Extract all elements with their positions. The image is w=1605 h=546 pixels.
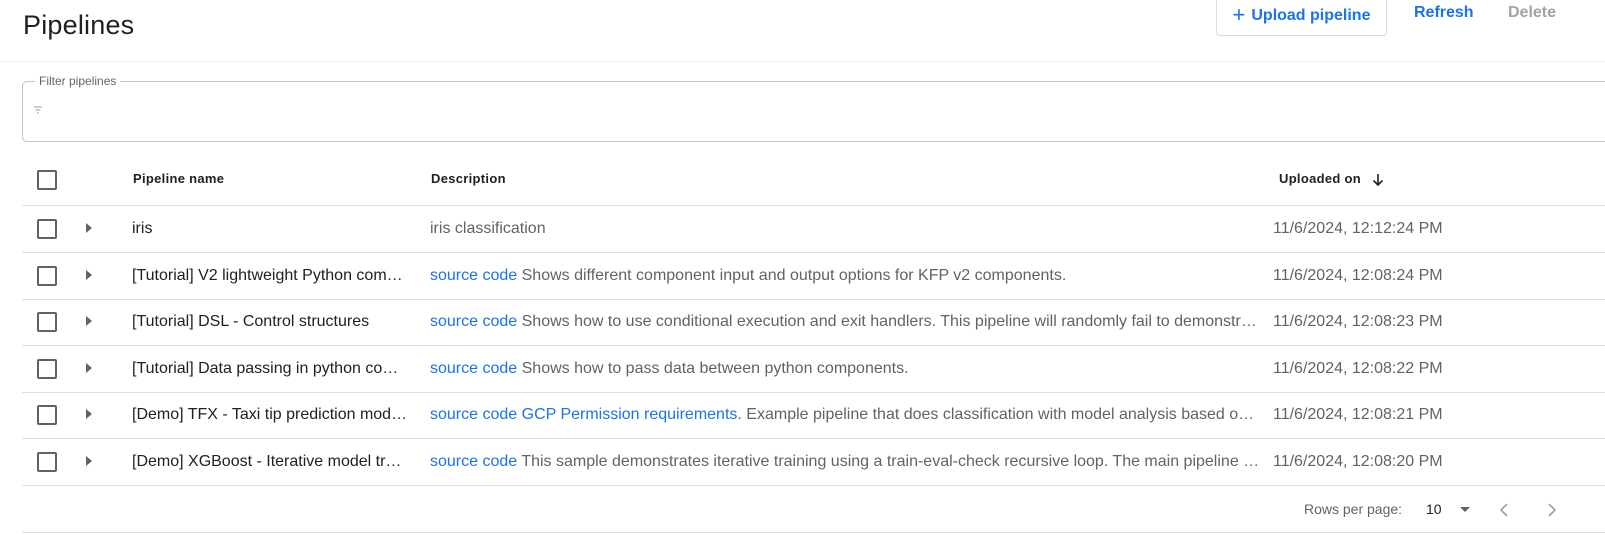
select-all-checkbox[interactable] [37, 170, 57, 190]
table-header: Pipeline name Description Uploaded on [22, 156, 1605, 206]
description-text: iris classification [430, 220, 546, 237]
description-text: Shows how to pass data between python co… [517, 359, 909, 377]
uploaded-on: 11/6/2024, 12:08:24 PM [1273, 266, 1443, 284]
expand-row-icon[interactable] [86, 456, 92, 466]
uploaded-on: 11/6/2024, 12:08:23 PM [1273, 313, 1443, 331]
expand-row-icon[interactable] [86, 409, 92, 420]
pipeline-description: source code Shows how to pass data betwe… [430, 360, 1261, 378]
pipeline-name[interactable]: [Tutorial] Data passing in python compon… [132, 360, 410, 378]
filter-label: Filter pipelines [35, 74, 121, 88]
table-row[interactable]: [Demo] XGBoost - Iterative model trainin… [22, 439, 1605, 486]
description-text: Shows how to use conditional execution a… [521, 313, 1261, 331]
pipeline-description: source code This sample demonstrates ite… [430, 453, 1261, 471]
toolbar-divider [0, 61, 1605, 62]
filter-icon [34, 106, 42, 114]
pipeline-name[interactable]: [Tutorial] DSL - Control structures [132, 313, 410, 331]
expand-row-icon[interactable] [86, 269, 92, 280]
column-header-name[interactable]: Pipeline name [133, 171, 224, 186]
table-row[interactable]: [Tutorial] V2 lightweight Python compone… [22, 253, 1605, 300]
table-row[interactable]: iris iris classification 11/6/2024, 12:1… [22, 206, 1605, 253]
uploaded-on: 11/6/2024, 12:08:22 PM [1273, 359, 1443, 377]
pipeline-name[interactable]: iris [132, 220, 410, 238]
source-code-link[interactable]: source code [430, 453, 517, 470]
uploaded-on: 11/6/2024, 12:12:24 PM [1273, 220, 1443, 237]
description-text: Shows different component input and outp… [517, 266, 1067, 284]
row-checkbox[interactable] [37, 452, 57, 472]
table-row[interactable]: [Tutorial] Data passing in python compon… [22, 346, 1605, 393]
plus-icon: + [1232, 2, 1246, 27]
upload-pipeline-button[interactable]: + Upload pipeline [1216, 0, 1387, 36]
previous-page-icon[interactable] [1498, 502, 1510, 518]
row-checkbox[interactable] [37, 358, 57, 379]
pipeline-description: source code Shows different component in… [430, 267, 1261, 285]
source-code-link[interactable]: source code [430, 267, 517, 284]
page-title: Pipelines [23, 10, 135, 40]
chevron-down-icon[interactable] [1460, 507, 1470, 512]
source-code-link[interactable]: source code [430, 313, 517, 330]
filter-pipelines-field[interactable]: Filter pipelines [22, 74, 1605, 142]
pipeline-description: source code GCP Permission requirements.… [430, 406, 1261, 424]
uploaded-on: 11/6/2024, 12:08:21 PM [1273, 406, 1443, 424]
table-row[interactable]: [Demo] TFX - Taxi tip prediction model t… [22, 392, 1605, 440]
uploaded-header-label: Uploaded on [1279, 171, 1362, 186]
row-checkbox[interactable] [37, 312, 57, 333]
pipeline-description: source code Shows how to use conditional… [430, 313, 1261, 331]
sort-descending-icon [1372, 173, 1384, 186]
expand-row-icon[interactable] [86, 223, 92, 233]
expand-row-icon[interactable] [86, 316, 92, 327]
upload-pipeline-label: Upload pipeline [1251, 7, 1371, 24]
delete-button: Delete [1508, 4, 1557, 21]
next-page-icon[interactable] [1546, 502, 1558, 518]
row-checkbox[interactable] [37, 219, 57, 239]
table-row[interactable]: [Tutorial] DSL - Control structures sour… [22, 299, 1605, 347]
column-header-description[interactable]: Description [431, 171, 506, 186]
row-checkbox[interactable] [37, 265, 57, 286]
refresh-button[interactable]: Refresh [1414, 4, 1474, 22]
gcp-permission-link[interactable]: GCP Permission requirements [517, 406, 738, 423]
rows-per-page-label: Rows per page: [1304, 501, 1403, 517]
pipeline-name[interactable]: [Demo] XGBoost - Iterative model trainin… [132, 453, 410, 471]
row-checkbox[interactable] [37, 405, 57, 426]
uploaded-on: 11/6/2024, 12:08:20 PM [1273, 453, 1443, 470]
source-code-link[interactable]: source code [430, 406, 517, 423]
description-text: . Example pipeline that does classificat… [737, 406, 1261, 424]
column-header-uploaded[interactable]: Uploaded on [1279, 171, 1385, 187]
rows-per-page-select[interactable]: 10 [1426, 501, 1442, 517]
pipeline-description: iris classification [430, 220, 1261, 238]
pipeline-name[interactable]: [Demo] TFX - Taxi tip prediction model t… [132, 406, 410, 424]
expand-row-icon[interactable] [86, 362, 92, 373]
description-text: This sample demonstrates iterative train… [521, 453, 1261, 470]
pipeline-name[interactable]: [Tutorial] V2 lightweight Python compone… [132, 267, 410, 285]
source-code-link[interactable]: source code [430, 360, 517, 377]
table-footer: Rows per page: 10 [22, 486, 1605, 533]
